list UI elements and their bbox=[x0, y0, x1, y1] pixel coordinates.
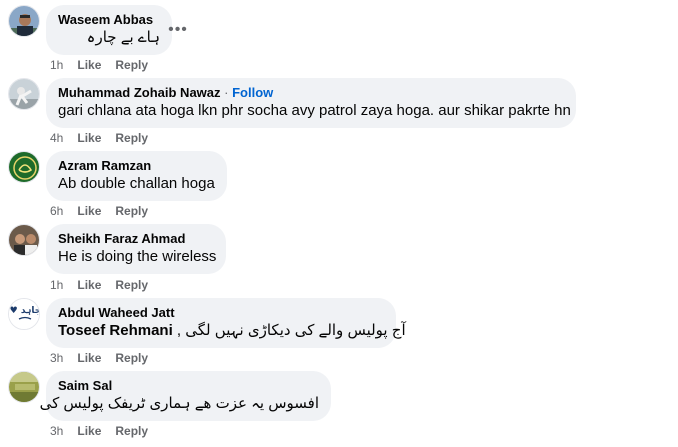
avatar[interactable] bbox=[8, 78, 40, 110]
separator-dot: · bbox=[220, 85, 233, 100]
comment-time[interactable]: 3h bbox=[50, 351, 63, 365]
comment-actions: 4h Like Reply bbox=[50, 131, 148, 145]
reply-button[interactable]: Reply bbox=[115, 131, 148, 145]
more-options-icon[interactable]: ••• bbox=[164, 16, 192, 44]
avatar-text: I ♥ مجاہد bbox=[9, 306, 40, 316]
like-button[interactable]: Like bbox=[77, 204, 101, 218]
comment-time[interactable]: 4h bbox=[50, 131, 63, 145]
comment-time[interactable]: 1h bbox=[50, 278, 63, 292]
reply-button[interactable]: Reply bbox=[115, 278, 148, 292]
mention-link[interactable]: Toseef Rehmani bbox=[58, 322, 173, 339]
comment-author[interactable]: Azram Ramzan bbox=[58, 158, 215, 174]
comment-bubble: Saim Sal افسوس یہ عزت ھے ہماری ٹریفک پول… bbox=[39, 371, 331, 421]
avatar[interactable] bbox=[8, 224, 40, 256]
comment-text: Ab double challan hoga bbox=[58, 175, 215, 192]
comment-time[interactable]: 1h bbox=[50, 58, 63, 72]
comment-actions: 3h Like Reply bbox=[50, 424, 148, 438]
avatar[interactable] bbox=[8, 151, 40, 183]
comment-text: آج پولیس والے کی دیکاڑی نہیں لگی , bbox=[176, 322, 406, 339]
comment-actions: 6h Like Reply bbox=[50, 204, 148, 218]
comment-bubble: Azram Ramzan Ab double challan hoga bbox=[46, 151, 227, 201]
reply-button[interactable]: Reply bbox=[115, 204, 148, 218]
comment-time[interactable]: 3h bbox=[50, 424, 63, 438]
comment-time[interactable]: 6h bbox=[50, 204, 63, 218]
comment-actions: 3h Like Reply bbox=[50, 351, 148, 365]
like-button[interactable]: Like bbox=[77, 131, 101, 145]
comment-text: gari chlana ata hoga lkn phr socha avy p… bbox=[58, 102, 571, 119]
comment-author[interactable]: Muhammad Zohaib Nawaz bbox=[58, 85, 221, 100]
avatar[interactable] bbox=[8, 5, 40, 37]
comment-bubble: Sheikh Faraz Ahmad He is doing the wirel… bbox=[46, 224, 226, 274]
like-button[interactable]: Like bbox=[77, 424, 101, 438]
comment-bubble: Waseem Abbas ہاے بے چارہ bbox=[46, 5, 172, 55]
follow-button[interactable]: Follow bbox=[232, 85, 273, 100]
like-button[interactable]: Like bbox=[77, 351, 101, 365]
comment-bubble: Abdul Waheed Jatt Toseef Rehmani آج پولی… bbox=[46, 298, 406, 348]
reply-button[interactable]: Reply bbox=[115, 351, 148, 365]
comment-author[interactable]: Abdul Waheed Jatt bbox=[58, 305, 384, 321]
reply-button[interactable]: Reply bbox=[115, 58, 148, 72]
comment-text: افسوس یہ عزت ھے ہماری ٹریفک پولیس کی bbox=[39, 395, 319, 412]
comment-text: He is doing the wireless bbox=[58, 248, 217, 265]
comment-author[interactable]: Waseem Abbas bbox=[58, 12, 160, 28]
comment-author[interactable]: Saim Sal bbox=[58, 378, 319, 394]
comment-bubble: Muhammad Zohaib Nawaz · Follow gari chla… bbox=[46, 78, 576, 128]
like-button[interactable]: Like bbox=[77, 278, 101, 292]
comment-actions: 1h Like Reply bbox=[50, 278, 148, 292]
comment-author-line: Muhammad Zohaib Nawaz · Follow bbox=[58, 85, 564, 101]
comment-text: ہاے بے چارہ bbox=[86, 29, 160, 46]
like-button[interactable]: Like bbox=[77, 58, 101, 72]
avatar[interactable]: I ♥ مجاہد bbox=[8, 298, 40, 330]
comment-text-line: Toseef Rehmani آج پولیس والے کی دیکاڑی ن… bbox=[58, 321, 406, 341]
reply-button[interactable]: Reply bbox=[115, 424, 148, 438]
avatar[interactable] bbox=[8, 371, 40, 403]
comment-author[interactable]: Sheikh Faraz Ahmad bbox=[58, 231, 214, 247]
comment-actions: 1h Like Reply bbox=[50, 58, 148, 72]
